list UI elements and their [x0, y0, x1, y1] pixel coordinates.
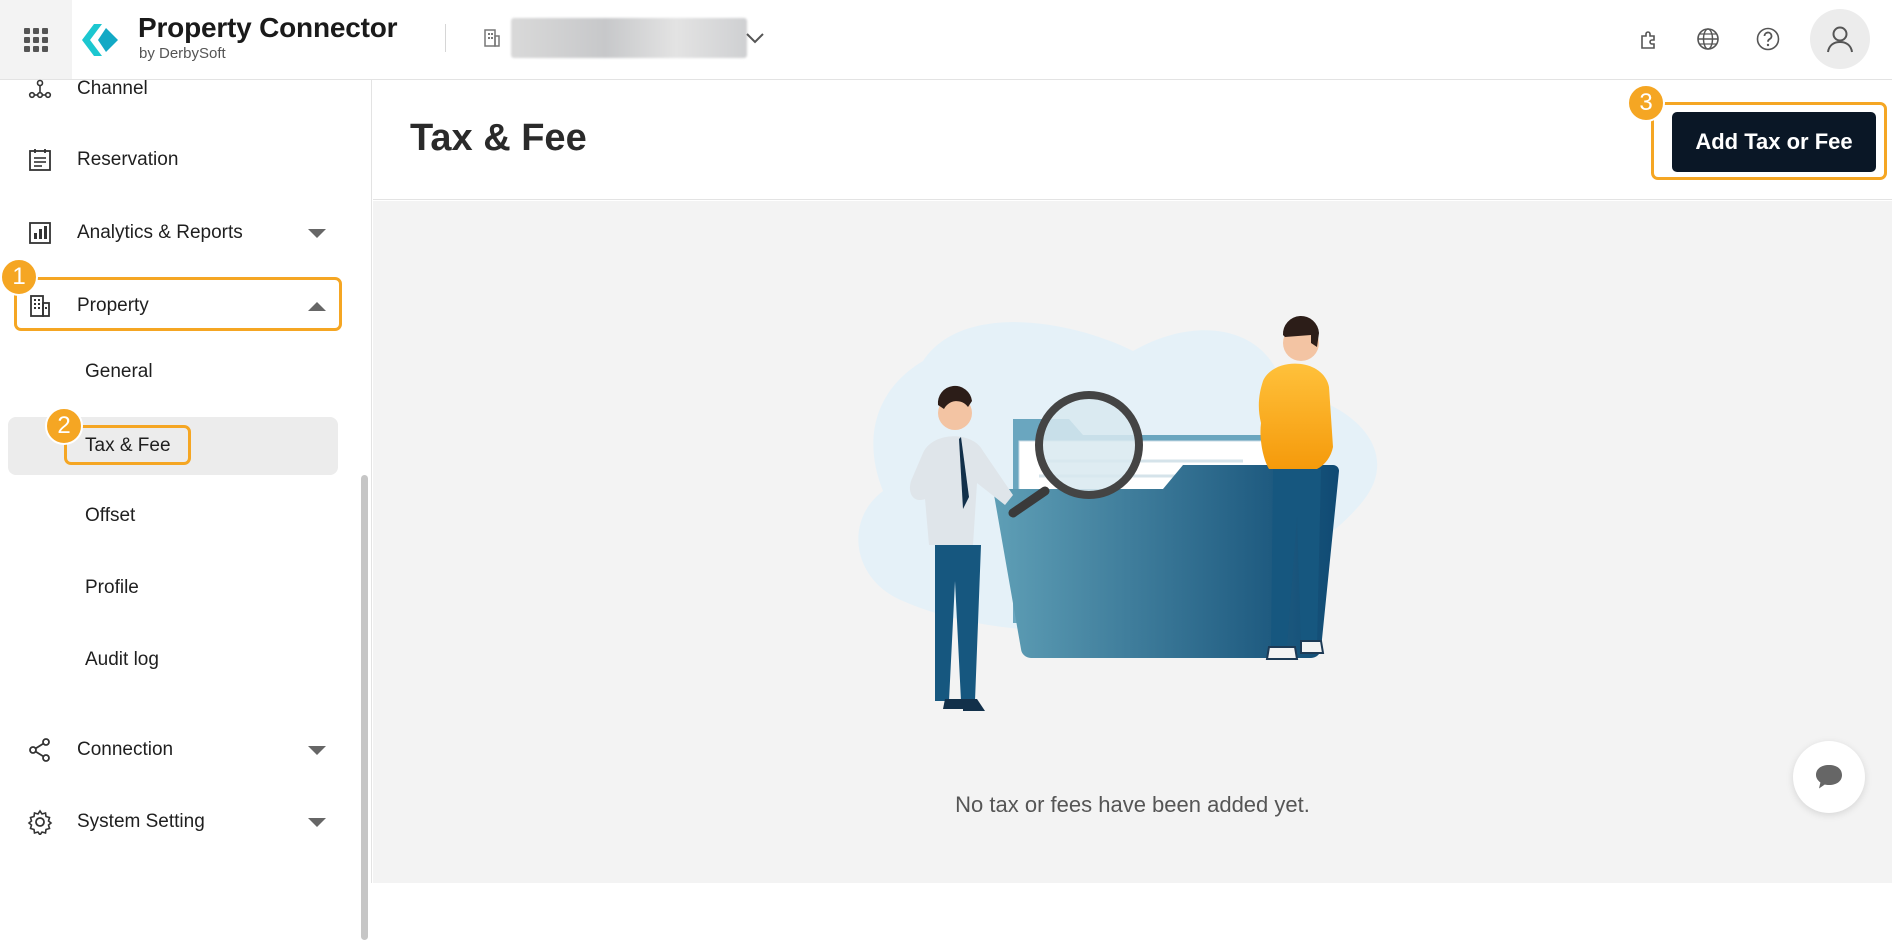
empty-state-panel: No tax or fees have been added yet.	[373, 201, 1892, 883]
sidebar-item-connection[interactable]: Connection	[14, 723, 340, 777]
app-title: Property Connector	[138, 12, 398, 43]
chevron-down-icon	[308, 745, 326, 755]
header-divider	[445, 24, 446, 52]
share-icon	[26, 736, 54, 764]
globe-icon[interactable]	[1693, 24, 1723, 54]
sidebar: Channel Reservation Analytics & Reports	[0, 78, 372, 940]
user-icon	[1827, 26, 1853, 53]
highlight-add-button	[1651, 102, 1887, 180]
sidebar-item-reservation[interactable]: Reservation	[14, 133, 340, 187]
gear-icon	[26, 808, 54, 836]
chat-button[interactable]	[1793, 741, 1865, 813]
sidebar-item-label: Profile	[85, 577, 139, 598]
sidebar-item-label: Analytics & Reports	[77, 222, 243, 243]
sidebar-item-label: Audit log	[85, 649, 159, 670]
empty-state-message: No tax or fees have been added yet.	[955, 792, 1310, 817]
sidebar-scrollbar[interactable]	[361, 475, 368, 940]
page-header: Tax & Fee Add Tax or Fee 3	[373, 80, 1892, 200]
highlight-property	[14, 277, 342, 331]
page-title: Tax & Fee	[410, 117, 587, 159]
sidebar-subitem-audit-log[interactable]: Audit log	[8, 631, 338, 689]
sidebar-item-label: Reservation	[77, 149, 179, 170]
chart-icon	[26, 219, 54, 247]
sidebar-item-system-setting[interactable]: System Setting	[14, 795, 340, 849]
sidebar-item-analytics[interactable]: Analytics & Reports	[14, 206, 340, 260]
sidebar-item-label: Offset	[85, 505, 136, 526]
user-avatar[interactable]	[1810, 9, 1870, 69]
step-badge-2: 2	[45, 407, 83, 445]
sidebar-item-label: Channel	[77, 78, 148, 99]
sidebar-item-channel[interactable]: Channel	[14, 62, 340, 116]
step-badge-3: 3	[1627, 84, 1665, 122]
chat-bubble-icon	[1816, 765, 1842, 789]
chevron-down-icon	[308, 817, 326, 827]
chevron-down-icon	[308, 228, 326, 238]
property-selector[interactable]	[511, 18, 747, 58]
sidebar-subitem-offset[interactable]: Offset	[8, 487, 338, 545]
brand-logo-icon	[82, 24, 118, 56]
app-subtitle: by DerbySoft	[139, 45, 226, 62]
puzzle-icon[interactable]	[1634, 24, 1664, 54]
channel-icon	[26, 75, 54, 103]
sidebar-item-label: General	[85, 361, 153, 382]
sidebar-item-label: System Setting	[77, 811, 205, 832]
highlight-tax-fee	[64, 425, 191, 465]
empty-state-illustration	[858, 315, 1378, 711]
sidebar-item-label: Connection	[77, 739, 174, 760]
grid-icon	[24, 27, 48, 52]
step-badge-1: 1	[0, 258, 38, 296]
sidebar-subitem-general[interactable]: General	[8, 343, 338, 401]
calendar-icon	[26, 146, 54, 174]
sidebar-subitem-profile[interactable]: Profile	[8, 559, 338, 617]
help-icon[interactable]	[1753, 24, 1783, 54]
chevron-down-icon[interactable]	[744, 28, 766, 48]
building-icon	[484, 29, 500, 47]
